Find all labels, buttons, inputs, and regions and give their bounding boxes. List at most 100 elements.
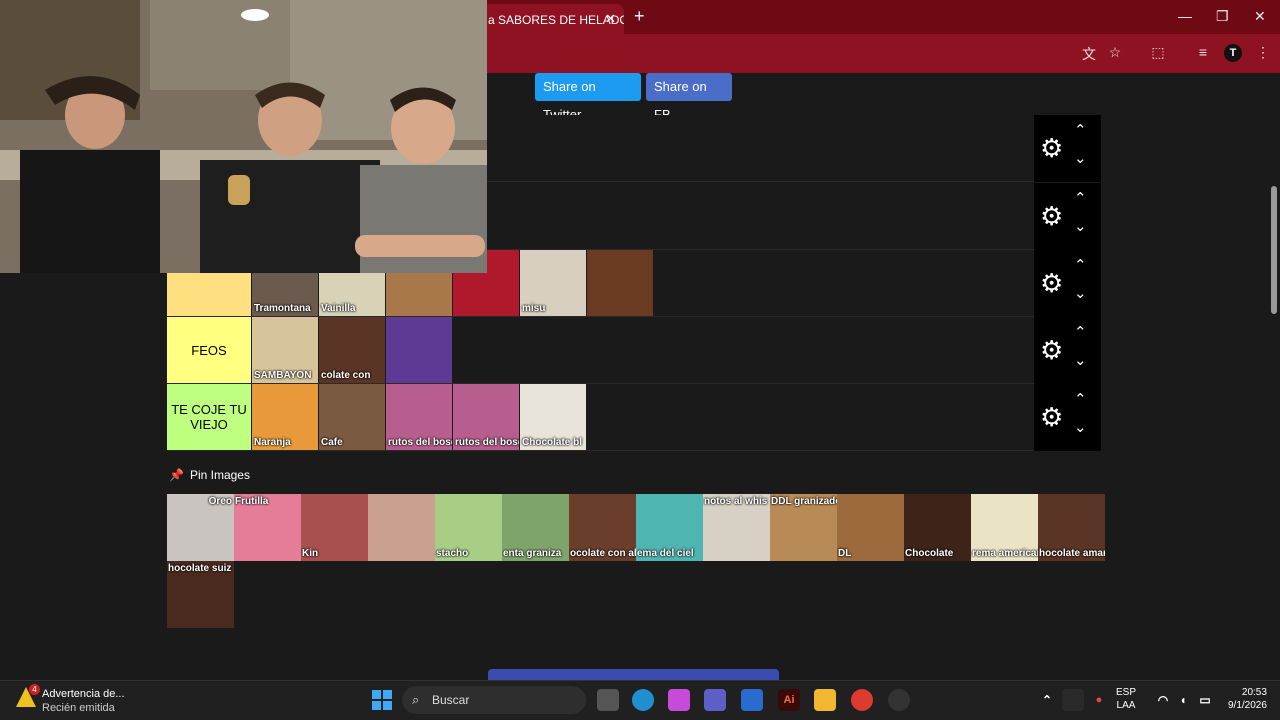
task-view-icon[interactable] (597, 689, 619, 711)
pinned-image-label: ema del ciel (637, 548, 694, 559)
chevron-down-icon[interactable]: ⌄ (1074, 149, 1087, 167)
gear-icon[interactable]: ⚙ (1040, 270, 1063, 296)
tier-item-label: Cafe (321, 437, 343, 448)
tier-label[interactable]: FEOS (167, 317, 251, 383)
language: ESP (1116, 687, 1137, 698)
chevron-up-icon[interactable]: ⌃ (1074, 390, 1087, 408)
webcam-overlay (0, 0, 487, 273)
extensions-icon[interactable]: ⬚ (1149, 44, 1167, 62)
store-icon[interactable] (741, 689, 763, 711)
wifi-icon[interactable]: ◠ (1152, 689, 1174, 711)
pinned-image-label: enta graniza (503, 548, 562, 559)
pinned-image[interactable]: hocolate suiz (167, 561, 234, 628)
pinned-image[interactable] (368, 494, 435, 561)
close-window-button[interactable]: ✕ (1254, 8, 1266, 25)
chevron-down-icon[interactable]: ⌄ (1074, 217, 1087, 235)
tier-item[interactable]: Naranja (252, 384, 318, 450)
tier-item[interactable]: rutos del bosqu (453, 384, 519, 450)
tier-item[interactable] (587, 250, 653, 316)
pinned-image-label: hocolate suiz (168, 563, 232, 574)
menu-icon[interactable]: ⋮ (1254, 44, 1272, 62)
tier-item[interactable] (386, 317, 452, 383)
tray-expand-icon[interactable]: ⌃ (1036, 689, 1058, 711)
clock[interactable]: 20:53 9/1/2026 (1228, 686, 1267, 712)
illustrator-icon[interactable]: Ai (778, 689, 800, 711)
volume-icon[interactable]: ◖ (1172, 689, 1194, 711)
minimize-button[interactable]: — (1178, 8, 1192, 24)
chevron-up-icon[interactable]: ⌃ (1074, 256, 1087, 274)
profile-avatar[interactable]: T (1224, 44, 1242, 62)
tier-item[interactable]: Chocolate bl (520, 384, 586, 450)
tab-close-icon[interactable]: ✕ (605, 11, 616, 27)
pinned-image-label: hocolate amarg (1039, 548, 1105, 559)
tier-item[interactable]: Cafe (319, 384, 385, 450)
chrome-icon[interactable] (851, 689, 873, 711)
pinned-image[interactable]: stacho (435, 494, 502, 561)
battery-icon[interactable]: ▭ (1194, 689, 1216, 711)
new-tab-button[interactable]: + (634, 6, 645, 27)
maximize-button[interactable]: ❐ (1216, 8, 1229, 25)
taskbar-search[interactable]: ⌕ Buscar (402, 686, 586, 714)
sync-icon[interactable] (1062, 689, 1084, 711)
time: 20:53 (1241, 687, 1267, 698)
pinned-image[interactable]: DL (837, 494, 904, 561)
scrollbar-thumb[interactable] (1271, 186, 1277, 314)
tier-controls: ⚙ ⌃ ⌄ (1034, 384, 1101, 451)
chevron-up-icon[interactable]: ⌃ (1074, 189, 1087, 207)
tier-item-label: rutos del bosqu (455, 437, 519, 448)
tier-row: FEOS SAMBAYON colate con (167, 317, 1034, 384)
gear-icon[interactable]: ⚙ (1040, 404, 1063, 430)
file-explorer-icon[interactable] (814, 689, 836, 711)
chevron-down-icon[interactable]: ⌄ (1074, 418, 1087, 436)
tier-item[interactable]: SAMBAYON (252, 317, 318, 383)
pinned-image-label: rema american (972, 548, 1038, 559)
tier-controls: ⚙ ⌃ ⌄ (1034, 250, 1101, 317)
teams-icon[interactable] (704, 689, 726, 711)
chevron-up-icon[interactable]: ⌃ (1074, 121, 1087, 139)
tier-item[interactable]: colate con (319, 317, 385, 383)
pinned-image[interactable]: Chocolate (904, 494, 971, 561)
windows-start-icon[interactable] (372, 690, 392, 710)
tier-item[interactable]: misu (520, 250, 586, 316)
pinned-image-label: notos al whis (704, 496, 768, 507)
pinned-image[interactable]: ema del ciel (636, 494, 703, 561)
pinned-image[interactable]: ocolate con almend (569, 494, 636, 561)
chevron-up-icon[interactable]: ⌃ (1074, 323, 1087, 341)
pinned-image[interactable]: Kin (301, 494, 368, 561)
share-facebook-button[interactable]: Share on FB (646, 73, 732, 122)
pinned-image[interactable]: Oreo (167, 494, 234, 561)
tier-label[interactable]: TE COJE TU VIEJO (167, 384, 251, 450)
share-twitter-button[interactable]: Share on Twitter (535, 73, 641, 122)
pinned-image[interactable]: DDL granizado (770, 494, 837, 561)
edge-icon[interactable] (632, 689, 654, 711)
chevron-down-icon[interactable]: ⌄ (1074, 351, 1087, 369)
tier-item-label: Tramontana (254, 303, 311, 314)
gear-icon[interactable]: ⚙ (1040, 337, 1063, 363)
copilot-icon[interactable] (668, 689, 690, 711)
pinned-image-label: DDL granizado (771, 496, 837, 507)
browser-tab[interactable]: a SABORES DE HELADO ✕ (482, 4, 624, 34)
app-icon[interactable] (888, 689, 910, 711)
pinned-image-label: DL (838, 548, 852, 559)
star-icon[interactable]: ☆ (1106, 44, 1124, 62)
pinned-image[interactable]: rema american (971, 494, 1038, 561)
pinned-image[interactable]: Frutilla (234, 494, 301, 561)
pinned-image-label: stacho (436, 548, 469, 559)
pinned-image[interactable]: enta graniza (502, 494, 569, 561)
language-indicator[interactable]: ESP LAA (1116, 686, 1136, 712)
download-button[interactable] (488, 669, 779, 680)
page-scrollbar[interactable] (1268, 73, 1280, 680)
pinned-image[interactable]: notos al whis (703, 494, 770, 561)
gear-icon[interactable]: ⚙ (1040, 135, 1063, 161)
pinned-image[interactable]: hocolate amarg (1038, 494, 1105, 561)
microphone-icon[interactable]: ● (1088, 689, 1110, 711)
tier-item[interactable]: rutos del bosqu (386, 384, 452, 450)
translate-icon[interactable]: 文 (1080, 44, 1098, 62)
gear-icon[interactable]: ⚙ (1040, 203, 1063, 229)
tier-controls: ⚙ ⌃ ⌄ (1034, 115, 1101, 182)
pinned-image-label: Frutilla (235, 496, 269, 507)
tab-title: a SABORES DE HELADO (488, 13, 624, 27)
chevron-down-icon[interactable]: ⌄ (1074, 284, 1087, 302)
media-icon[interactable]: ≡ (1194, 44, 1212, 62)
pinned-image-label: Oreo (208, 496, 232, 507)
